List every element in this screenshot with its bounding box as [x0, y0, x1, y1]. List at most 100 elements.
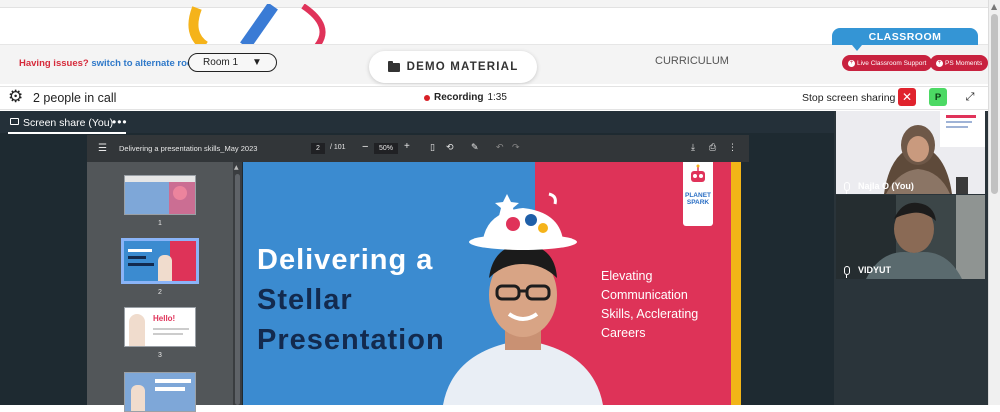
scroll-up-icon[interactable]: ▲	[234, 164, 239, 171]
live-support-button[interactable]: + Live Classroom Support	[842, 55, 933, 71]
fit-page-icon[interactable]: ▯	[430, 143, 435, 153]
screen-share-label[interactable]: Screen share (You)	[23, 117, 113, 129]
slide-title-line-3: Presentation	[257, 324, 445, 356]
brand-line: PLANET	[685, 192, 711, 199]
slide-title-line-1: Delivering a	[257, 244, 434, 276]
room-select[interactable]: Room 1 ▼	[188, 53, 277, 72]
zoom-in-icon[interactable]: +	[404, 141, 410, 152]
slide-title-line-2: Stellar	[257, 284, 353, 316]
stop-sharing-button[interactable]: ✕	[898, 88, 916, 106]
close-icon: ✕	[901, 90, 913, 104]
room-select-value: Room 1	[203, 57, 239, 68]
print-icon[interactable]: ⎙	[709, 143, 716, 153]
brand-logo-art	[188, 4, 326, 46]
gear-icon[interactable]: ⚙	[8, 89, 23, 106]
pdf-title: Delivering a presentation skills_May 202…	[119, 144, 258, 153]
menu-icon[interactable]: ☰	[98, 143, 107, 154]
thumbnail-number: 1	[158, 220, 162, 227]
page-number-input[interactable]: 2	[311, 143, 325, 154]
slide-subtitle: Elevating Communication Skills, Acclerat…	[601, 267, 698, 343]
thumbnail-1[interactable]	[124, 175, 196, 215]
more-vert-icon[interactable]: ⋮	[728, 143, 737, 153]
slide-page: Delivering a Stellar Presentation Elevat…	[243, 162, 741, 405]
recording-dot-icon	[424, 94, 430, 101]
thumbnail-scroll-thumb[interactable]	[235, 174, 240, 405]
recording-label: Recording	[434, 92, 484, 103]
thumb-hello: Hello!	[153, 314, 176, 323]
thumb-line	[155, 379, 191, 383]
thumb-title-line	[128, 256, 146, 259]
thumb-line	[153, 333, 183, 335]
expand-icon[interactable]: ⤢	[963, 90, 977, 104]
mic-icon	[844, 265, 850, 278]
participant-name: Najla O (You)	[858, 181, 914, 191]
participant-1-label: Najla O (You)	[844, 181, 914, 194]
zoom-input[interactable]: 50%	[374, 143, 398, 154]
active-tab-underline	[8, 132, 126, 134]
more-options-icon[interactable]: •••	[112, 115, 128, 129]
plus-icon: +	[848, 59, 855, 67]
annotate-icon[interactable]: ✎	[471, 143, 479, 153]
issues-notice: Having issues? switch to alternate room	[19, 58, 201, 69]
scroll-up-icon[interactable]: ▲	[991, 2, 997, 11]
mic-icon	[844, 181, 850, 194]
thumbnail-number: 2	[158, 289, 162, 296]
slide-subtitle-line: Elevating	[601, 269, 653, 283]
page-scrollbar[interactable]: ▲	[988, 0, 1000, 405]
issues-text: Having issues?	[19, 58, 89, 69]
screen-share-icon	[10, 118, 19, 125]
recording-indicator: Recording 1:35	[424, 92, 507, 103]
demo-material-label: DEMO MATERIAL	[406, 61, 519, 73]
scrollbar-thumb[interactable]	[991, 14, 998, 194]
thumb-red-block	[169, 182, 195, 214]
slide-subtitle-line: Communication	[601, 288, 688, 302]
participant-avatar-button[interactable]: P	[929, 88, 947, 106]
slide-subtitle-line: Skills, Acclerating	[601, 307, 699, 321]
slide-subtitle-line: Careers	[601, 326, 646, 340]
planet-spark-text: PLANET SPARK	[683, 192, 713, 206]
thumb-line	[153, 328, 189, 330]
folder-icon	[387, 60, 400, 72]
participant-2-label: VIDYUT	[844, 265, 892, 278]
thumb-person	[129, 314, 145, 346]
thumbnail-3[interactable]: Hello!	[124, 307, 196, 347]
presenter-illustration	[443, 192, 603, 405]
pdf-toolbar: ☰ Delivering a presentation skills_May 2…	[87, 135, 749, 162]
download-icon[interactable]: ⤓	[691, 143, 695, 153]
thumb-title-line	[128, 249, 152, 252]
thumbnail-2[interactable]	[121, 238, 199, 284]
rotate-icon[interactable]: ⟲	[446, 143, 454, 153]
thumb-person	[131, 385, 145, 411]
brand-line: SPARK	[686, 199, 710, 206]
thumbnail-4[interactable]	[124, 372, 196, 412]
people-count: 2 people in call	[33, 91, 117, 105]
zoom-out-icon[interactable]: −	[362, 141, 368, 153]
caret-down-icon: ▼	[252, 57, 262, 68]
plus-icon: +	[936, 59, 943, 67]
redo-icon[interactable]: ↷	[512, 143, 520, 153]
ps-moments-button[interactable]: + PS Moments	[930, 55, 989, 71]
thumb-person	[158, 255, 172, 281]
slide-yellow-edge	[731, 162, 741, 405]
thumbnail-number: 3	[158, 352, 162, 359]
stop-sharing-label[interactable]: Stop screen sharing	[802, 92, 895, 104]
browser-top-strip	[0, 0, 988, 8]
thumb-title-line	[128, 263, 154, 266]
thumb-line	[155, 387, 185, 391]
thumb-red-block	[170, 241, 196, 281]
live-support-label: Live Classroom Support	[857, 59, 927, 67]
switch-room-link[interactable]: switch to alternate room	[91, 58, 201, 69]
slide-title: Delivering a Stellar Presentation	[257, 240, 445, 360]
participant-video-1[interactable]: Najla O (You)	[836, 111, 985, 194]
ps-moments-label: PS Moments	[945, 59, 983, 67]
recording-time: 1:35	[487, 92, 507, 103]
classroom-tab[interactable]: CLASSROOM	[832, 28, 978, 51]
undo-icon[interactable]: ↶	[496, 143, 504, 153]
robot-icon	[691, 164, 705, 182]
thumbnail-panel[interactable]: 1 2 Hello! 3	[87, 162, 233, 412]
participant-name: VIDYUT	[858, 265, 892, 275]
participant-video-2[interactable]: VIDYUT	[836, 195, 985, 279]
curriculum-tab[interactable]: CURRICULUM	[655, 55, 729, 67]
demo-material-button[interactable]: DEMO MATERIAL	[369, 51, 537, 83]
page-total: / 101	[330, 144, 346, 151]
